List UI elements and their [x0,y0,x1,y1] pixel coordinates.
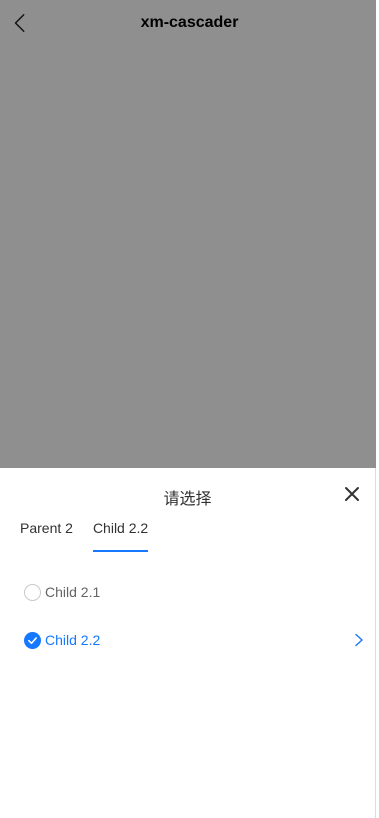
cascader-tabs: Parent 2 Child 2.2 [0,520,375,554]
popup-header: 请选择 [0,468,375,520]
cascader-popup: 请选择 Parent 2 Child 2.2 Child 2.1 Child 2… [0,468,376,818]
option-label: Child 2.1 [45,584,101,600]
chevron-right-icon [355,633,363,647]
option-child-2-2[interactable]: Child 2.2 [0,616,375,664]
close-icon[interactable] [343,485,361,503]
option-label: Child 2.2 [45,632,101,648]
radio-checked-icon [24,631,41,649]
tab-child-2-2[interactable]: Child 2.2 [92,520,149,552]
option-child-2-1[interactable]: Child 2.1 [0,568,375,616]
radio-unchecked-icon [24,583,41,601]
popup-title: 请选择 [163,491,212,508]
tab-parent-2[interactable]: Parent 2 [20,520,73,552]
checkmark-icon [28,636,37,644]
options-list: Child 2.1 Child 2.2 [0,568,375,664]
app-screen: xm-cascader 请选择 Parent 2 Child 2.2 Child… [0,0,379,818]
